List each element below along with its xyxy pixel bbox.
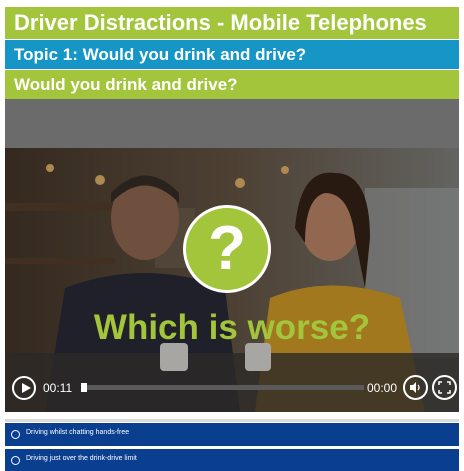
subtitle-bar: Would you drink and drive? bbox=[5, 70, 459, 99]
divider bbox=[5, 419, 459, 422]
video-top-band bbox=[5, 99, 459, 148]
topic-title: Topic 1: Would you drink and drive? bbox=[14, 45, 307, 64]
radio-icon[interactable] bbox=[11, 456, 20, 465]
answer-option-label: Driving whilst chatting hands-free bbox=[26, 429, 130, 436]
play-icon[interactable] bbox=[12, 376, 36, 400]
lesson-frame: Driver Distractions - Mobile Telephones … bbox=[0, 0, 464, 471]
video-controls: 00:11 00:00 bbox=[5, 370, 459, 406]
seek-bar-fill bbox=[81, 383, 87, 392]
title-bar: Driver Distractions - Mobile Telephones bbox=[5, 7, 459, 39]
current-time: 00:11 bbox=[43, 381, 73, 395]
question-mark-symbol: ? bbox=[208, 214, 246, 283]
radio-icon[interactable] bbox=[11, 430, 20, 439]
answer-option[interactable]: Driving whilst chatting hands-free bbox=[5, 423, 459, 446]
divider bbox=[5, 412, 459, 419]
answer-option-label: Driving just over the drink-drive limit bbox=[26, 455, 137, 462]
question-mark-icon: ? bbox=[183, 205, 271, 293]
volume-icon[interactable] bbox=[403, 375, 428, 400]
topic-bar: Topic 1: Would you drink and drive? bbox=[5, 40, 459, 69]
video-player[interactable]: ? Which is worse? 00:11 00:00 bbox=[5, 148, 459, 412]
section-subtitle: Would you drink and drive? bbox=[14, 75, 238, 94]
seek-bar[interactable] bbox=[81, 383, 364, 392]
page-title: Driver Distractions - Mobile Telephones bbox=[14, 10, 427, 35]
duration-time: 00:00 bbox=[367, 381, 398, 395]
answer-option[interactable]: Driving just over the drink-drive limit bbox=[5, 449, 459, 471]
fullscreen-icon[interactable] bbox=[432, 375, 457, 400]
video-overlay-text: Which is worse? bbox=[93, 308, 371, 347]
